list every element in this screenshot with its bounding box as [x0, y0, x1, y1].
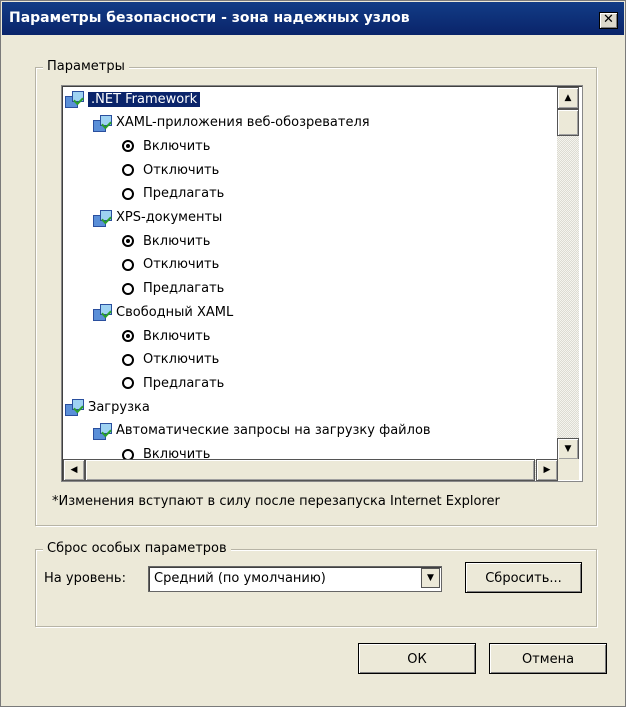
scroll-left-icon: ◀ — [70, 465, 78, 475]
settings-tree[interactable]: .NET Framework XAML-приложения веб-обозре… — [61, 85, 583, 482]
radio-label: Отключить — [143, 162, 220, 178]
settings-node-icon — [64, 398, 86, 417]
radio-label: Включить — [143, 138, 211, 154]
scroll-down-button[interactable]: ▼ — [557, 438, 579, 460]
tree-node[interactable]: Свободный XAML — [92, 301, 233, 323]
level-select-dropdown-button[interactable]: ▼ — [421, 568, 440, 588]
scroll-up-button[interactable]: ▲ — [557, 87, 579, 109]
tree-radio-option[interactable]: Включить — [122, 230, 210, 252]
scroll-corner — [558, 459, 579, 480]
tree-node-label: Автоматические запросы на загрузку файло… — [116, 423, 431, 439]
horizontal-scrollbar[interactable]: ◀ ▶ — [63, 459, 558, 481]
radio-checked-icon[interactable] — [122, 330, 134, 342]
scroll-down-icon: ▼ — [564, 444, 572, 454]
scroll-right-button[interactable]: ▶ — [536, 459, 558, 481]
scroll-thumb[interactable] — [557, 109, 579, 136]
tree-node-label: .NET Framework — [88, 91, 201, 107]
tree-node[interactable]: XPS-документы — [92, 207, 222, 229]
level-select[interactable]: Средний (по умолчанию) ▼ — [148, 566, 442, 592]
scroll-up-icon: ▲ — [564, 93, 572, 103]
settings-node-icon — [92, 209, 114, 227]
params-legend: Параметры — [43, 59, 129, 74]
tree-radio-option[interactable]: Отключить — [122, 254, 219, 276]
radio-label: Предлагать — [143, 281, 225, 297]
tree-node[interactable]: XAML-приложения веб-обозревателя — [92, 112, 370, 134]
tree-radio-option[interactable]: Отключить — [122, 159, 219, 181]
reset-legend: Сброс особых параметров — [43, 541, 231, 556]
close-icon: ✕ — [603, 12, 614, 27]
vertical-scrollbar[interactable]: ▲ ▼ — [557, 87, 579, 460]
radio-unchecked-icon[interactable] — [122, 258, 134, 271]
level-select-value: Средний (по умолчанию) — [154, 571, 326, 586]
ok-button[interactable]: ОК — [358, 643, 476, 674]
hscroll-thumb[interactable] — [85, 459, 535, 481]
restart-note: *Изменения вступают в силу после перезап… — [52, 494, 500, 509]
radio-label: Отключить — [143, 257, 220, 273]
close-button[interactable]: ✕ — [599, 12, 618, 29]
tree-radio-option[interactable]: Предлагать — [122, 372, 224, 394]
radio-unchecked-icon[interactable] — [122, 353, 134, 366]
tree-node[interactable]: Загрузка — [64, 396, 150, 418]
tree-radio-option[interactable]: Включить — [122, 325, 210, 347]
settings-node-icon — [64, 90, 86, 108]
settings-node-icon — [92, 114, 114, 132]
radio-unchecked-icon[interactable] — [122, 282, 134, 295]
radio-unchecked-icon[interactable] — [122, 187, 134, 200]
settings-node-icon — [92, 422, 114, 440]
tree-node-label: Свободный XAML — [116, 304, 234, 320]
scroll-left-button[interactable]: ◀ — [63, 459, 85, 481]
tree-node-label: Загрузка — [88, 399, 150, 415]
tree-radio-option[interactable]: Отключить — [122, 349, 219, 371]
tree-radio-option[interactable]: Включить — [122, 135, 210, 157]
title-bar[interactable]: Параметры безопасности - зона надежных у… — [2, 2, 624, 35]
tree-node-label: XPS-документы — [116, 210, 223, 225]
tree-radio-option[interactable]: Предлагать — [122, 278, 224, 300]
radio-label: Включить — [143, 328, 211, 344]
radio-checked-icon[interactable] — [122, 235, 134, 248]
radio-checked-icon[interactable] — [122, 140, 134, 153]
radio-label: Предлагать — [143, 186, 225, 202]
scroll-right-icon: ▶ — [543, 465, 551, 475]
chevron-down-icon: ▼ — [427, 573, 434, 583]
settings-node-icon — [92, 303, 114, 322]
radio-label: Предлагать — [143, 375, 225, 391]
reset-button[interactable]: Сбросить... — [465, 562, 582, 593]
radio-label: Отключить — [143, 352, 220, 368]
radio-label: Включить — [143, 233, 211, 249]
window-title: Параметры безопасности - зона надежных у… — [9, 10, 410, 26]
tree-node[interactable]: .NET Framework — [64, 88, 201, 110]
radio-unchecked-icon[interactable] — [122, 377, 134, 390]
level-label: На уровень: — [44, 571, 126, 586]
tree-node[interactable]: Автоматические запросы на загрузку файло… — [92, 420, 431, 442]
tree-radio-option[interactable]: Предлагать — [122, 183, 224, 205]
cancel-button[interactable]: Отмена — [489, 643, 607, 674]
radio-unchecked-icon[interactable] — [122, 164, 134, 177]
tree-node-label: XAML-приложения веб-обозревателя — [116, 115, 370, 131]
